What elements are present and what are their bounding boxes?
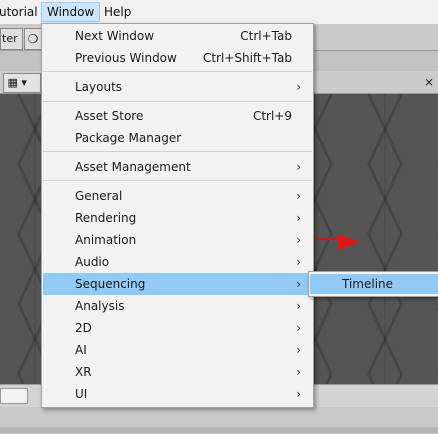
menu-item-layouts[interactable]: Layouts › bbox=[43, 76, 312, 98]
bottom-input-field[interactable] bbox=[0, 388, 28, 404]
menu-item-xr[interactable]: XR › bbox=[43, 361, 312, 383]
menu-item-asset-management[interactable]: Asset Management › bbox=[43, 156, 312, 178]
chevron-right-icon: › bbox=[296, 160, 301, 174]
bottom-divider bbox=[0, 427, 438, 433]
menu-item-label: Previous Window bbox=[75, 51, 177, 65]
menu-item-timeline[interactable]: Timeline bbox=[310, 274, 438, 294]
menu-item-ai[interactable]: AI › bbox=[43, 339, 312, 361]
menu-item-asset-store[interactable]: Asset Store Ctrl+9 bbox=[43, 105, 312, 127]
cube-icon[interactable]: ❍ bbox=[24, 28, 42, 50]
menu-item-analysis[interactable]: Analysis › bbox=[43, 295, 312, 317]
menu-separator bbox=[43, 101, 312, 102]
menu-item-next-window[interactable]: Next Window Ctrl+Tab bbox=[43, 25, 312, 47]
chevron-right-icon: › bbox=[296, 321, 301, 335]
menu-item-label: XR bbox=[75, 365, 92, 379]
menu-item-label: Sequencing bbox=[75, 277, 146, 291]
menu-item-sequencing[interactable]: Sequencing › bbox=[43, 273, 312, 295]
menu-item-label: AI bbox=[75, 343, 87, 357]
tool-icon[interactable]: ⨯ bbox=[424, 73, 438, 91]
chevron-right-icon: › bbox=[296, 233, 301, 247]
menu-item-label: Layouts bbox=[75, 80, 123, 94]
chevron-right-icon: › bbox=[296, 343, 301, 357]
menu-item-shortcut: Ctrl+9 bbox=[252, 109, 292, 123]
menu-bar: utorial Window Help bbox=[0, 0, 438, 24]
menu-item-label: Rendering bbox=[75, 211, 137, 225]
grid-icon[interactable]: ▦ ▾ bbox=[3, 73, 41, 93]
editor-tab[interactable]: ter bbox=[0, 28, 23, 50]
menu-help[interactable]: Help bbox=[99, 3, 136, 21]
menu-item-label: Timeline bbox=[342, 277, 394, 291]
menu-item-label: Audio bbox=[75, 255, 110, 269]
menu-item-label: Next Window bbox=[75, 29, 155, 43]
sequencing-submenu: Timeline bbox=[308, 271, 438, 297]
scene-axis-arrow-icon bbox=[338, 234, 360, 250]
menu-item-audio[interactable]: Audio › bbox=[43, 251, 312, 273]
menu-separator bbox=[43, 151, 312, 152]
chevron-right-icon: › bbox=[296, 255, 301, 269]
menu-item-label: 2D bbox=[75, 321, 92, 335]
chevron-right-icon: › bbox=[296, 387, 301, 401]
chevron-right-icon: › bbox=[296, 365, 301, 379]
menu-item-shortcut: Ctrl+Shift+Tab bbox=[202, 51, 292, 65]
menu-item-general[interactable]: General › bbox=[43, 185, 312, 207]
menu-item-label: UI bbox=[75, 387, 88, 401]
chevron-right-icon: › bbox=[296, 277, 301, 291]
menu-item-label: Animation bbox=[75, 233, 137, 247]
menu-item-animation[interactable]: Animation › bbox=[43, 229, 312, 251]
menu-item-label: General bbox=[75, 189, 123, 203]
chevron-right-icon: › bbox=[296, 211, 301, 225]
menu-item-previous-window[interactable]: Previous Window Ctrl+Shift+Tab bbox=[43, 47, 312, 69]
menu-item-2d[interactable]: 2D › bbox=[43, 317, 312, 339]
chevron-right-icon: › bbox=[296, 299, 301, 313]
menu-separator bbox=[43, 180, 312, 181]
chevron-right-icon: › bbox=[296, 189, 301, 203]
menu-item-label: Package Manager bbox=[75, 131, 182, 145]
window-menu: Next Window Ctrl+Tab Previous Window Ctr… bbox=[41, 23, 314, 408]
menu-item-ui[interactable]: UI › bbox=[43, 383, 312, 405]
menu-item-shortcut: Ctrl+Tab bbox=[240, 29, 292, 43]
menu-item-rendering[interactable]: Rendering › bbox=[43, 207, 312, 229]
menu-tutorial[interactable]: utorial bbox=[0, 3, 43, 21]
menu-item-package-manager[interactable]: Package Manager bbox=[43, 127, 312, 149]
menu-separator bbox=[43, 71, 312, 72]
menu-item-label: Asset Store bbox=[75, 109, 144, 123]
menu-item-label: Analysis bbox=[75, 299, 125, 313]
chevron-right-icon: › bbox=[296, 80, 301, 94]
menu-window[interactable]: Window bbox=[41, 2, 101, 22]
menu-item-label: Asset Management bbox=[75, 160, 191, 174]
